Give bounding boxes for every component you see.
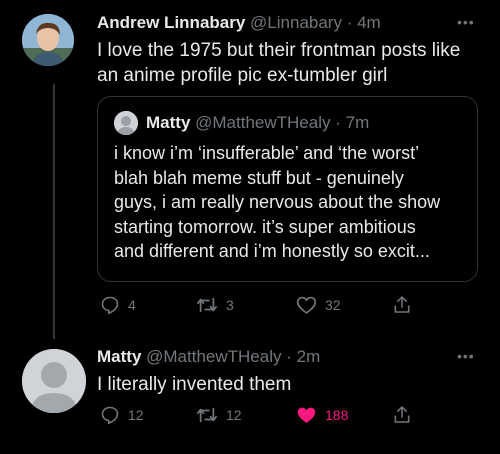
quote-text-line: blah blah meme stuff but - genuinely [114,167,404,188]
share-button[interactable] [392,294,412,315]
avatar-andrew[interactable] [22,14,74,66]
thread-connector-line [53,84,55,339]
heart-filled-icon [297,407,316,423]
retweet-count: 3 [226,297,234,313]
quote-text-line: starting tomorrow. it’s super ambitious [114,216,416,237]
quote-text: i know i’m ‘insufferable’ and ‘the worst… [114,141,474,264]
default-avatar-icon [22,349,86,413]
heart-outline-icon [296,296,317,314]
retweet-icon [197,297,217,313]
tweet-time[interactable]: · 4m [347,13,381,32]
share-icon [394,296,410,313]
author-name[interactable]: Andrew Linnabary [97,13,245,32]
retweet-count: 12 [226,407,242,423]
tweet-2-text: I literally invented them [97,372,487,397]
quote-header: Matty @MatthewTHealy · 7m [146,113,369,133]
like-count: 32 [325,297,341,313]
more-options-icon[interactable]: ••• [457,14,475,30]
retweet-icon [197,407,217,423]
profile-photo-icon [22,14,74,66]
reply-icon [101,406,119,425]
quote-author-handle: @MatthewTHealy [195,113,331,132]
tweet-time[interactable]: · 2m [286,347,320,366]
avatar-matty[interactable] [22,349,86,413]
reply-button[interactable]: 4 [100,295,136,315]
quote-avatar-icon [114,111,138,135]
author-handle[interactable]: @Linnabary [250,13,342,32]
retweet-button[interactable]: 12 [196,405,242,425]
quote-author-name: Matty [146,113,191,132]
quote-time: · 7m [335,113,370,132]
quote-text-line: and different and i’m honestly so excit.… [114,241,430,261]
like-button[interactable]: 32 [296,295,341,315]
quote-text-line: guys, i am really nervous about the show [114,192,441,212]
like-button[interactable]: 188 [296,405,348,425]
reply-count: 12 [128,407,144,423]
reply-button[interactable]: 12 [100,405,144,425]
quote-text-line: i know i’m ‘insufferable’ and ‘the worst… [114,143,420,163]
share-button[interactable] [392,404,412,425]
share-icon [394,406,410,423]
tweet-1-header: Andrew Linnabary @Linnabary · 4m [97,13,381,33]
reply-count: 4 [128,297,136,313]
author-name[interactable]: Matty [97,347,141,366]
tweet-text-line: I literally invented them [97,374,292,395]
author-handle[interactable]: @MatthewTHealy [146,347,281,366]
tweet-text-line: I love the 1975 but their frontman posts… [97,40,461,61]
tweet-1-text: I love the 1975 but their frontman posts… [97,38,487,88]
tweet-text-line: an anime profile pic ex-tumbler girl [97,65,388,86]
quoted-tweet-card[interactable]: Matty @MatthewTHealy · 7m i know i’m ‘in… [97,96,478,282]
tweet-2-header: Matty @MatthewTHealy · 2m [97,347,320,367]
like-count: 188 [325,407,349,423]
more-options-icon[interactable]: ••• [457,348,475,364]
reply-icon [101,296,119,315]
retweet-button[interactable]: 3 [196,295,234,315]
